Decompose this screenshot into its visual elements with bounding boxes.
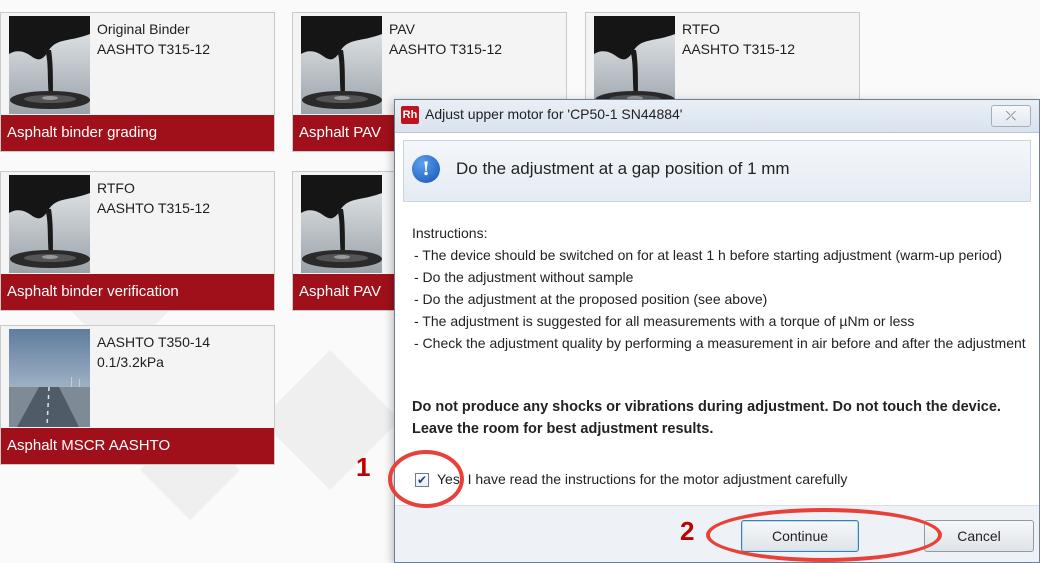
info-icon: ! [412,155,440,183]
asphalt-drip-thumbnail [301,175,382,273]
rheoplus-app-icon: Rh [401,106,419,124]
tile-line-2: 0.1/3.2kPa [97,354,164,370]
test-tile-original-binder[interactable]: Original Binder AASHTO T315-12 Asphalt b… [0,12,275,152]
instructions-block: Instructions: - The device should be swi… [412,222,1026,354]
tile-line-1: RTFO [97,180,135,196]
tile-line-1: Original Binder [97,21,190,37]
tile-label[interactable]: Asphalt binder grading [1,115,274,151]
dialog-title: Adjust upper motor for 'CP50-1 SN44884' [425,106,683,122]
test-tile-rtfo-verification[interactable]: RTFO AASHTO T315-12 Asphalt binder verif… [0,171,275,311]
tile-label[interactable]: Asphalt binder verification [1,274,274,310]
tile-line-1: AASHTO T350-14 [97,334,211,350]
tile-label[interactable]: Asphalt MSCR AASHTO [1,428,274,464]
step-2-highlight-ring [706,508,942,562]
instruction-item: - Do the adjustment at the proposed posi… [414,291,768,307]
dialog-titlebar[interactable]: Rh Adjust upper motor for 'CP50-1 SN4488… [395,100,1039,133]
dialog-headline: Do the adjustment at a gap position of 1… [456,159,790,178]
road-thumbnail [9,329,90,427]
step-1-marker: 1 [356,452,371,482]
warning-line: Do not produce any shocks or vibrations … [412,399,1001,415]
close-icon[interactable]: ⤫ [991,105,1031,127]
tile-line-2: AASHTO T315-12 [97,41,211,57]
tile-line-1: RTFO [682,21,720,37]
asphalt-drip-thumbnail [9,175,90,273]
step-2-marker: 2 [680,516,695,546]
tile-line-1: PAV [389,21,415,37]
instruction-item: - The device should be switched on for a… [414,247,1003,263]
tile-line-2: AASHTO T315-12 [389,41,503,57]
test-tile-mscr[interactable]: AASHTO T350-14 0.1/3.2kPa Asphalt MSCR A… [0,325,275,465]
tile-line-2: AASHTO T315-12 [682,41,796,57]
instruction-item: - Check the adjustment quality by perfor… [414,335,1026,351]
warning-line: Leave the room for best adjustment resul… [412,421,714,437]
instructions-heading: Instructions: [412,225,488,241]
dialog-header: ! Do the adjustment at a gap position of… [403,140,1031,202]
adjust-motor-dialog: Rh Adjust upper motor for 'CP50-1 SN4488… [394,99,1040,563]
warning-block: Do not produce any shocks or vibrations … [412,396,1001,440]
tile-line-2: AASHTO T315-12 [97,200,211,216]
asphalt-drip-thumbnail [9,16,90,114]
step-1-highlight-ring [388,450,464,508]
asphalt-drip-thumbnail [301,16,382,114]
instruction-item: - The adjustment is suggested for all me… [414,313,915,329]
instruction-item: - Do the adjustment without sample [414,269,634,285]
confirm-checkbox-label[interactable]: Yes, I have read the instructions for th… [437,471,847,487]
